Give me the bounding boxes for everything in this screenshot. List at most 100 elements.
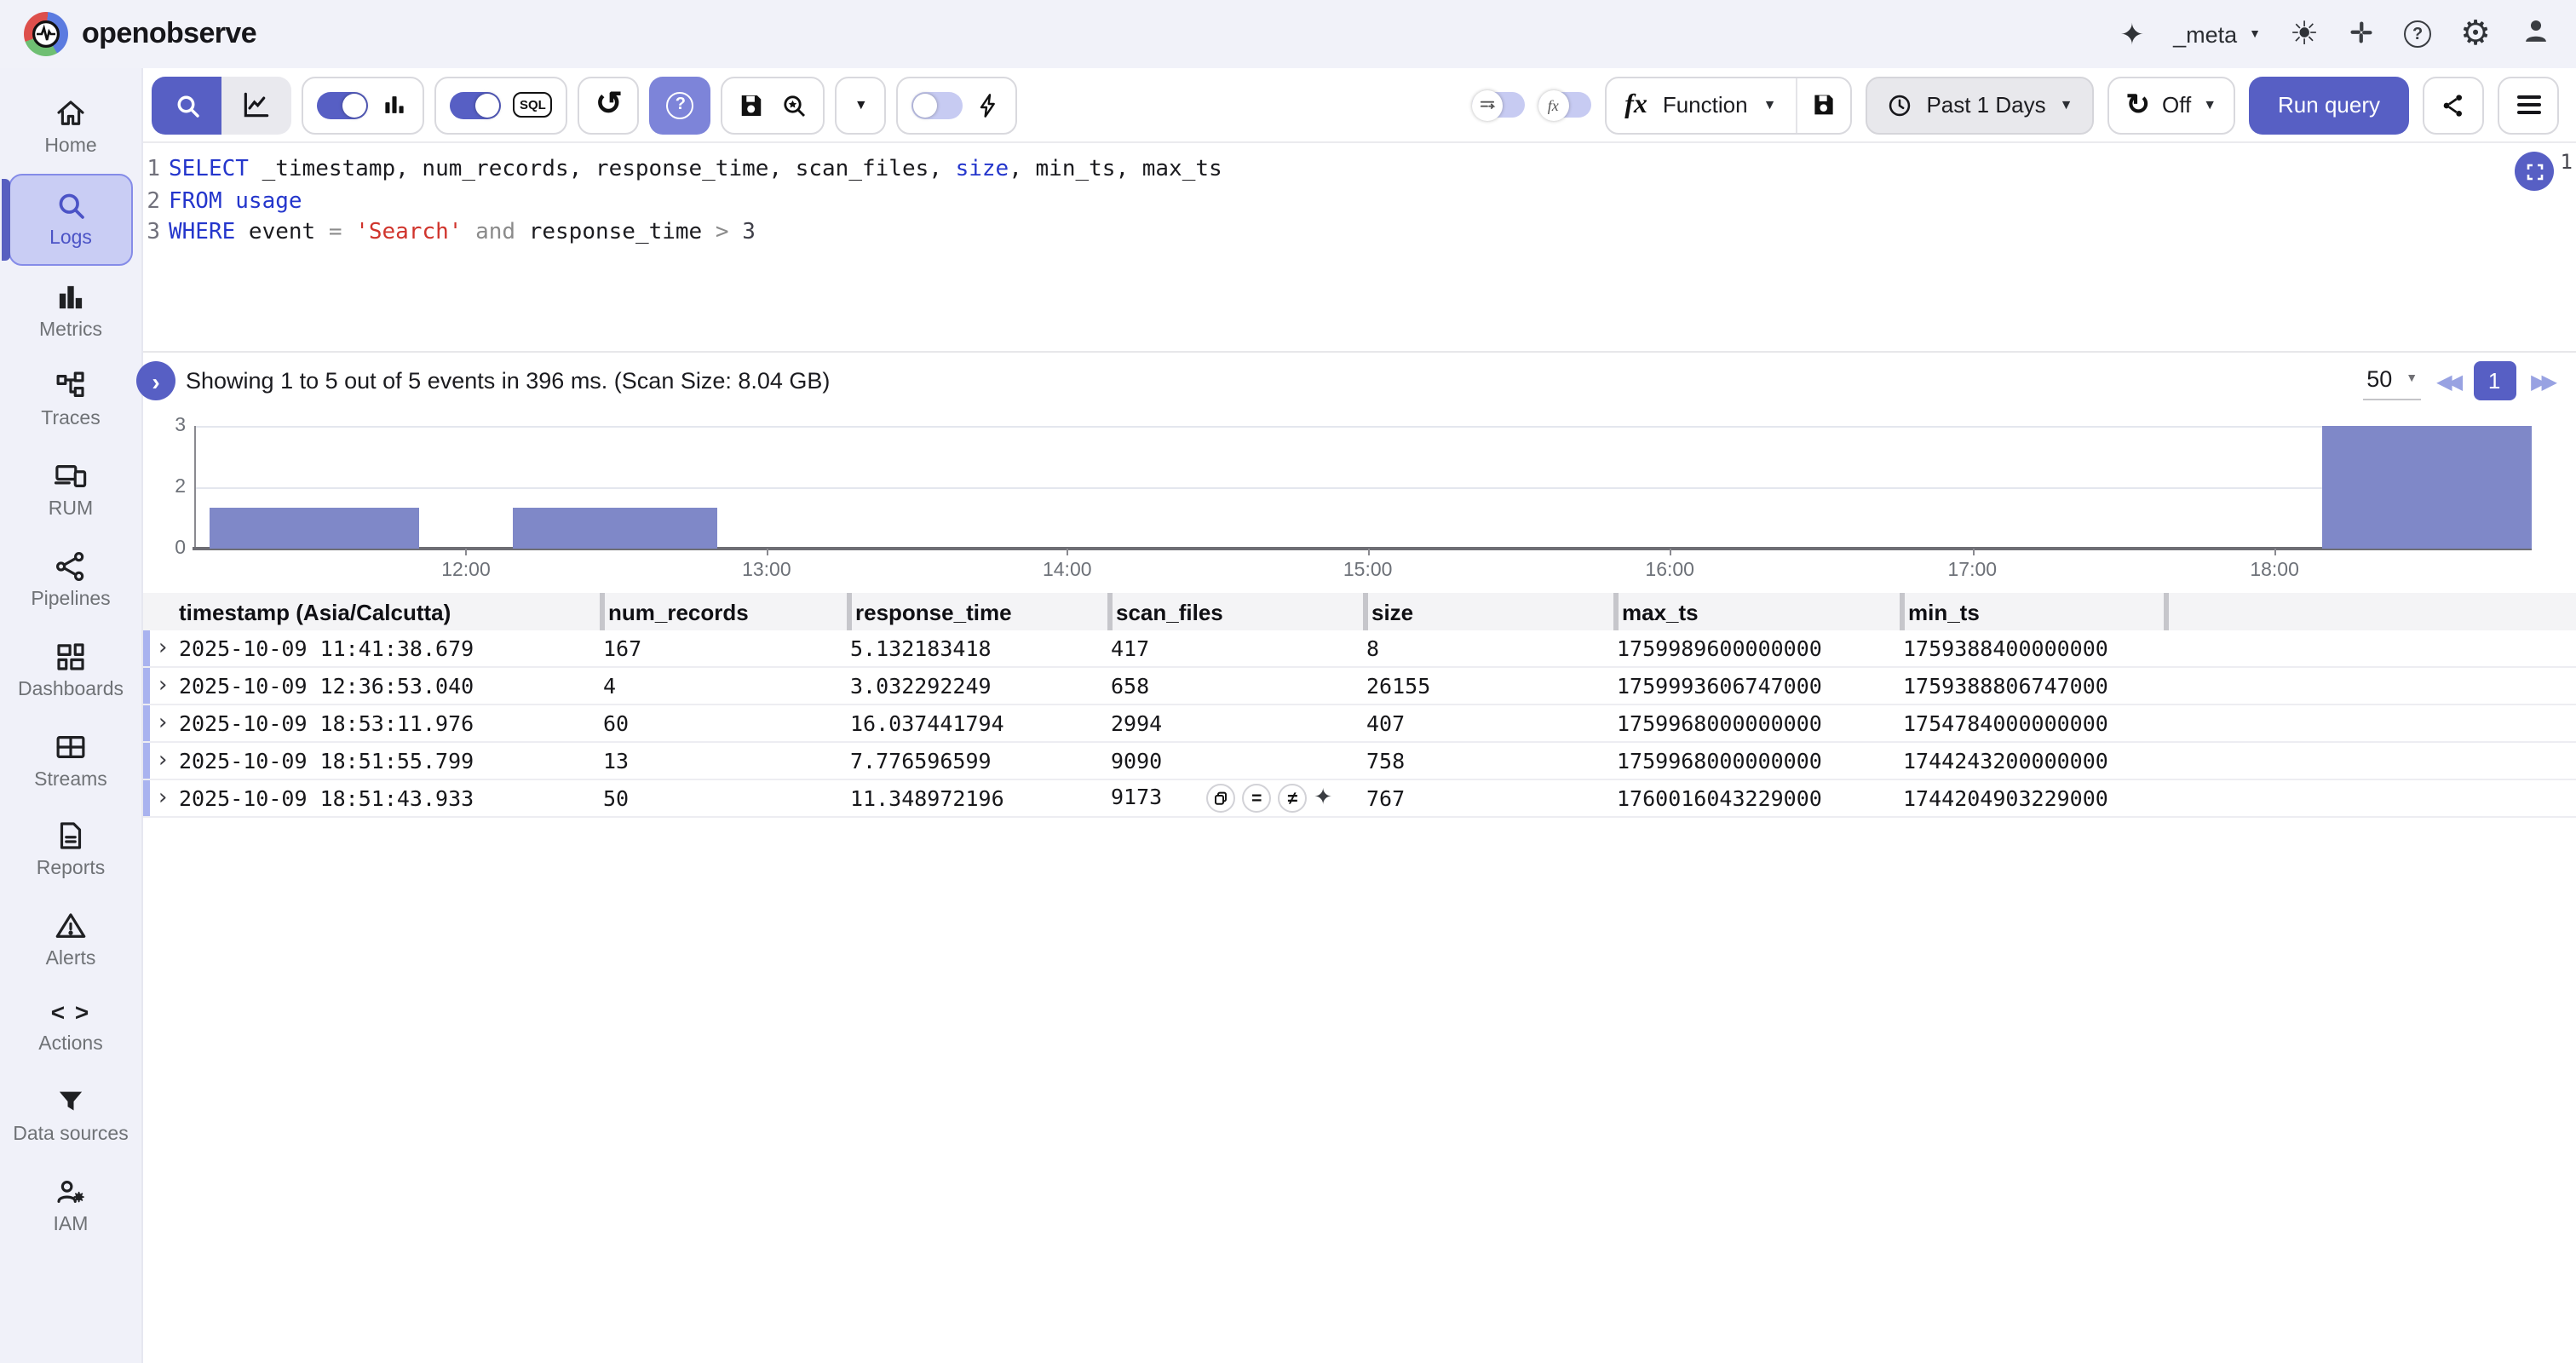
org-selector[interactable]: _meta ▼: [2173, 21, 2261, 47]
sidebar-item-pipelines[interactable]: Pipelines: [9, 537, 133, 625]
expand-row-icon[interactable]: ›: [150, 635, 175, 661]
sidebar-item-iam[interactable]: IAM: [9, 1161, 133, 1250]
help-icon[interactable]: ?: [2404, 20, 2431, 48]
table-row[interactable]: ›2025-10-09 11:41:38.6791675.13218341841…: [143, 630, 2576, 668]
x-axis-tick-label: 12:00: [441, 561, 491, 581]
save-icon[interactable]: [737, 89, 768, 120]
x-axis-tick-label: 13:00: [742, 561, 791, 581]
expand-row-icon[interactable]: ›: [150, 785, 175, 811]
transform-toggle[interactable]: fx: [1538, 92, 1590, 118]
sql-line: 2 FROM usage: [143, 187, 2576, 218]
sidebar-item-label: Metrics: [39, 319, 102, 343]
expand-row-icon[interactable]: ›: [150, 748, 175, 774]
cell-max_ts: 1759968000000000: [1613, 748, 1900, 774]
sidebar-item-traces[interactable]: Traces: [9, 357, 133, 446]
page-size-select[interactable]: 50 ▼: [2363, 362, 2421, 400]
run-query-button[interactable]: Run query: [2249, 76, 2409, 134]
ai-sparkle-icon[interactable]: ✦: [1314, 785, 1332, 811]
ai-sparkle-icon[interactable]: ✦: [2120, 20, 2145, 49]
row-accent-strip: [143, 780, 150, 816]
first-page-button[interactable]: ◀◀: [2436, 369, 2458, 393]
line-chart-icon: [240, 89, 273, 121]
search-mode-button[interactable]: [152, 76, 221, 134]
sidebar-item-streams[interactable]: Streams: [9, 716, 133, 805]
editor-fullscreen-button[interactable]: [2515, 152, 2554, 191]
line-number: 2: [143, 187, 160, 218]
menu-button[interactable]: [2498, 76, 2559, 134]
sidebar-item-reports[interactable]: Reports: [9, 807, 133, 895]
share-icon: [2440, 91, 2467, 118]
sidebar-item-alerts[interactable]: Alerts: [9, 896, 133, 985]
cell-size: 767: [1363, 785, 1613, 811]
bar-chart-icon: [380, 90, 409, 119]
saved-search-group: [722, 76, 825, 134]
share-button[interactable]: [2423, 76, 2484, 134]
user-avatar-icon[interactable]: [2520, 15, 2552, 53]
chevron-down-icon: ▼: [2060, 97, 2073, 112]
expand-row-icon[interactable]: ›: [150, 673, 175, 699]
column-header-timestamp[interactable]: timestamp (Asia/Calcutta): [143, 593, 600, 630]
sql-code: SELECT _timestamp, num_records, response…: [169, 155, 1222, 187]
sidebar-item-data-sources[interactable]: Data sources: [9, 1072, 133, 1160]
warning-icon: [53, 908, 89, 944]
cell-min_ts: 1754784000000000: [1900, 710, 2164, 736]
time-range-dropdown[interactable]: Past 1 Days ▼: [1865, 76, 2093, 134]
dashboards-icon: [53, 639, 89, 675]
visualize-mode-button[interactable]: [221, 76, 291, 134]
histogram-bar: [209, 507, 420, 549]
expand-row-icon[interactable]: ›: [150, 710, 175, 736]
theme-sun-icon[interactable]: ☀: [2290, 18, 2319, 50]
cell-max_ts: 1759989600000000: [1613, 635, 1900, 661]
saved-search-dropdown-button[interactable]: ▼: [836, 76, 887, 134]
cell-response_time: 7.776596599: [847, 748, 1107, 774]
cell-scan_files: 9090: [1107, 748, 1363, 774]
current-page-button[interactable]: 1: [2473, 361, 2516, 400]
copy-icon[interactable]: [1206, 784, 1235, 813]
save-function-button[interactable]: [1795, 78, 1849, 132]
settings-gear-icon[interactable]: ⚙: [2460, 17, 2491, 51]
table-row[interactable]: ›2025-10-09 12:36:53.04043.0322922496582…: [143, 668, 2576, 705]
table-row[interactable]: ›2025-10-09 18:51:43.9335011.34897219691…: [143, 780, 2576, 818]
results-bar: › Showing 1 to 5 out of 5 events in 396 …: [143, 351, 2576, 409]
table-row[interactable]: ›2025-10-09 18:51:55.799137.776596599909…: [143, 743, 2576, 780]
sidebar-item-dashboards[interactable]: Dashboards: [9, 627, 133, 716]
column-header-min_ts[interactable]: min_ts: [1900, 593, 2164, 630]
last-page-button[interactable]: ▶▶: [2531, 369, 2552, 393]
column-header-scan_files[interactable]: scan_files: [1107, 593, 1363, 630]
histogram-toggle[interactable]: [317, 91, 368, 118]
sidebar-item-logs[interactable]: Logs: [9, 174, 133, 266]
sql-code: FROM usage: [169, 187, 302, 218]
saved-search-icon[interactable]: [779, 89, 810, 120]
results-summary: Showing 1 to 5 out of 5 events in 396 ms…: [186, 368, 830, 394]
sql-editor[interactable]: 1SELECT _timestamp, num_records, respons…: [143, 143, 2576, 351]
reset-query-button[interactable]: ↺: [578, 76, 640, 134]
sidebar-item-metrics[interactable]: Metrics: [9, 267, 133, 355]
wrap-lines-toggle[interactable]: [1471, 92, 1524, 118]
column-header-response_time[interactable]: response_time: [847, 593, 1107, 630]
not-equals-icon[interactable]: ≠: [1278, 784, 1307, 813]
document-icon: [53, 819, 89, 854]
query-help-button[interactable]: ?: [650, 76, 711, 134]
sidebar-item-home[interactable]: Home: [9, 83, 133, 172]
quick-mode-toggle[interactable]: [912, 91, 963, 118]
clock-icon: [1885, 91, 1912, 118]
expand-sidebar-fields-button[interactable]: ›: [136, 361, 175, 400]
table-row[interactable]: ›2025-10-09 18:53:11.9766016.03744179429…: [143, 705, 2576, 743]
share-nodes-icon: [53, 549, 89, 584]
auto-refresh-dropdown[interactable]: ↻ Off ▼: [2107, 76, 2235, 134]
column-header-max_ts[interactable]: max_ts: [1613, 593, 1900, 630]
row-accent-strip: [143, 630, 150, 666]
equals-icon[interactable]: =: [1242, 784, 1271, 813]
reset-icon: ↺: [595, 85, 623, 124]
bar-chart-icon: [53, 279, 89, 314]
histogram-chart: 32012:0013:0014:0015:0016:0017:0018:00: [143, 409, 2576, 593]
sidebar-item-rum[interactable]: RUM: [9, 446, 133, 535]
sidebar-item-actions[interactable]: < > Actions: [9, 986, 133, 1070]
function-dropdown[interactable]: fx Function ▼: [1606, 78, 1795, 132]
column-header-num_records[interactable]: num_records: [600, 593, 847, 630]
column-header-filler: [2164, 593, 2576, 630]
cell-timestamp: 2025-10-09 12:36:53.040: [175, 673, 600, 699]
column-header-size[interactable]: size: [1363, 593, 1613, 630]
slack-icon[interactable]: [2348, 18, 2375, 50]
sql-mode-toggle[interactable]: [450, 91, 501, 118]
